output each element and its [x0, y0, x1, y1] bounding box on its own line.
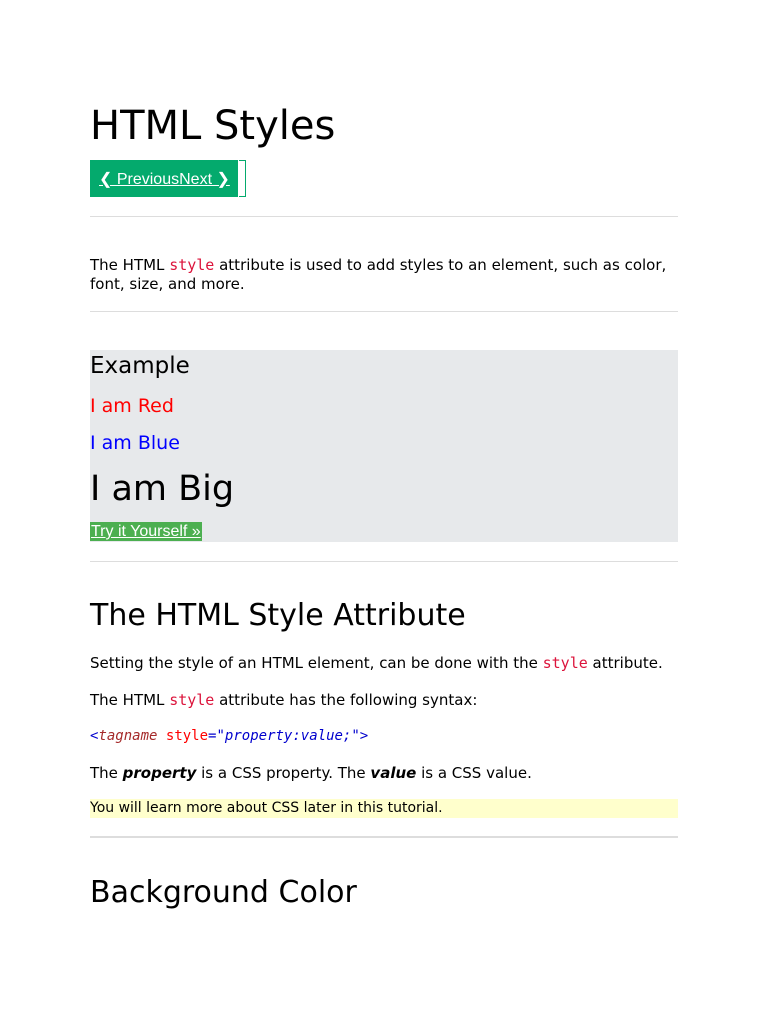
nav-border-edge	[238, 160, 246, 197]
syntax-close-bracket: >	[359, 728, 369, 744]
next-button[interactable]: Next ❯	[179, 160, 239, 197]
example-box: Example I am Red I am Blue I am Big Try …	[90, 350, 678, 542]
syntax-value: property:value;	[224, 728, 352, 744]
p3-text-middle: is a CSS property. The	[196, 764, 371, 782]
value-term: value	[370, 764, 417, 782]
prev-next-nav: ❮ Previous Next ❯	[90, 160, 246, 197]
style-keyword: style	[542, 654, 588, 672]
red-text-example: I am Red	[90, 395, 174, 417]
page: HTML Styles ❮ Previous Next ❯ The HTML s…	[0, 0, 768, 1024]
blue-text-example: I am Blue	[90, 432, 180, 454]
big-text-example: I am Big	[90, 469, 235, 509]
syntax-quote-open: "	[216, 728, 225, 744]
syntax-quote-close: "	[351, 728, 360, 744]
example-title: Example	[90, 353, 190, 379]
style-attribute-paragraph-2: The HTML style attribute has the followi…	[90, 691, 678, 710]
try-it-yourself-button[interactable]: Try it Yourself »	[90, 522, 202, 541]
syntax-code: <tagname style="property:value;">	[90, 727, 368, 746]
p1-text-before: Setting the style of an HTML element, ca…	[90, 654, 543, 672]
p3-text-after: is a CSS value.	[416, 764, 532, 782]
style-keyword: style	[169, 256, 215, 274]
separator	[90, 561, 678, 562]
separator	[90, 216, 678, 217]
p3-text-before: The	[90, 764, 123, 782]
style-attribute-heading: The HTML Style Attribute	[90, 598, 466, 633]
css-note: You will learn more about CSS later in t…	[90, 799, 678, 818]
intro-text-before: The HTML	[90, 256, 170, 274]
background-color-heading: Background Color	[90, 875, 357, 910]
p1-text-after: attribute.	[587, 654, 663, 672]
intro-paragraph: The HTML style attribute is used to add …	[90, 256, 678, 294]
style-keyword: style	[169, 691, 215, 709]
separator	[90, 836, 678, 838]
separator	[90, 311, 678, 312]
syntax-tagname: tagname	[98, 728, 158, 744]
p2-text-after: attribute has the following syntax:	[214, 691, 478, 709]
property-term: property	[122, 764, 197, 782]
previous-button[interactable]: ❮ Previous	[90, 160, 180, 197]
syntax-space	[157, 728, 165, 744]
style-attribute-paragraph-1: Setting the style of an HTML element, ca…	[90, 654, 678, 673]
syntax-attribute: style	[165, 728, 209, 744]
p2-text-before: The HTML	[90, 691, 170, 709]
page-title: HTML Styles	[90, 103, 336, 149]
style-attribute-paragraph-3: The property is a CSS property. The valu…	[90, 764, 678, 783]
